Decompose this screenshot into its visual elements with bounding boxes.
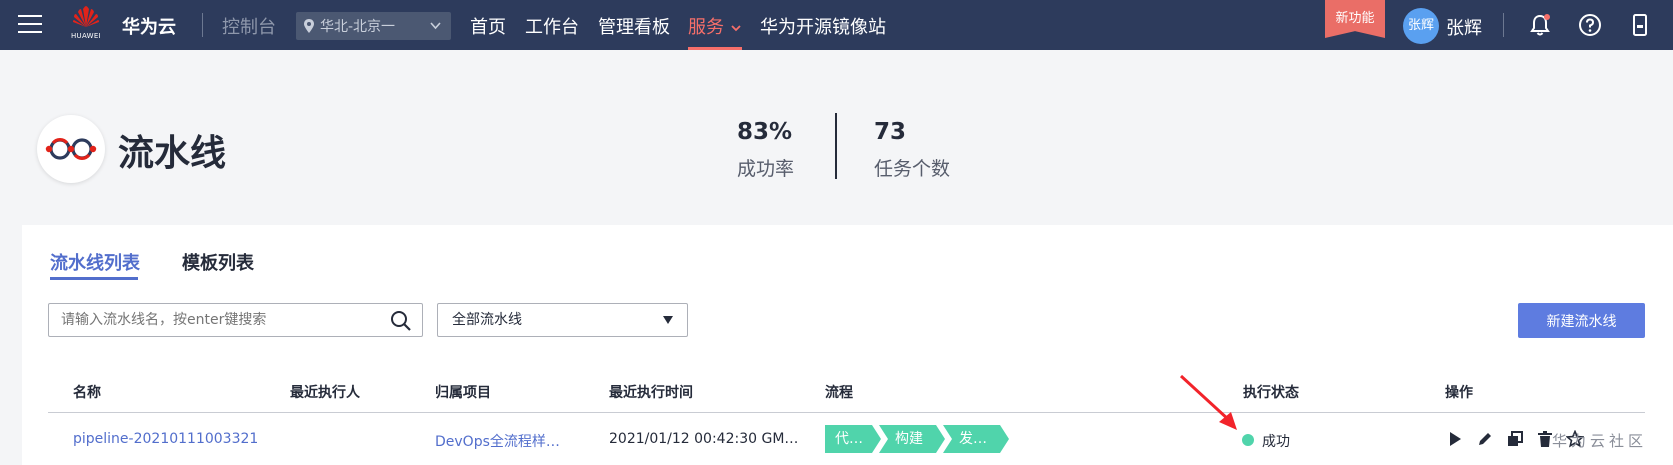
column-header-flow: 流程 [825, 385, 853, 401]
edit-icon[interactable] [1476, 430, 1494, 448]
pipeline-icon [45, 138, 97, 160]
table-header-divider [48, 412, 1645, 413]
status-dot [1242, 434, 1254, 446]
nav-services-label: 服务 [688, 17, 724, 38]
brand-name[interactable]: 华为云 [122, 13, 176, 39]
play-icon[interactable] [1446, 430, 1464, 448]
device-icon[interactable] [1628, 13, 1652, 37]
column-header-name: 名称 [73, 385, 101, 401]
nav-active-indicator [688, 47, 742, 50]
column-header-status[interactable]: 执行状态 [1243, 382, 1299, 402]
username[interactable]: 张辉 [1446, 14, 1482, 40]
flow-stage-build[interactable]: 构建 [879, 425, 945, 453]
console-link[interactable]: 控制台 [222, 13, 276, 39]
nav-workbench[interactable]: 工作台 [525, 13, 579, 39]
top-navbar: HUAWEI 华为云 控制台 华北-北京一 首页 工作台 管理看板 服务 华为开… [0, 0, 1673, 50]
chevron-down-icon [430, 22, 441, 30]
status-badge: 成功 [1262, 434, 1290, 450]
success-rate-value: 83% [737, 119, 793, 145]
pipeline-filter-select[interactable]: 全部流水线 [437, 303, 688, 337]
chevron-down-icon [731, 25, 741, 32]
region-label: 华北-北京一 [320, 19, 396, 35]
search-input[interactable] [48, 303, 423, 337]
success-rate-label: 成功率 [737, 158, 795, 180]
avatar[interactable]: 张辉 [1403, 8, 1439, 44]
divider [1503, 13, 1504, 37]
tab-pipeline-list[interactable]: 流水线列表 [50, 249, 140, 275]
column-header-actions: 操作 [1445, 385, 1473, 401]
bell-icon[interactable] [1528, 13, 1552, 37]
logo-text: HUAWEI [70, 32, 101, 40]
flow-stage-code[interactable]: 代… [825, 425, 881, 453]
nav-mirror-site[interactable]: 华为开源镜像站 [760, 13, 886, 39]
annotation-arrow-icon [1179, 374, 1237, 430]
divider [202, 13, 203, 37]
location-pin-icon [304, 19, 314, 33]
column-header-project: 归属项目 [435, 385, 491, 401]
column-header-time: 最近执行时间 [609, 385, 693, 401]
region-selector[interactable]: 华北-北京一 [296, 12, 451, 40]
menu-icon[interactable] [18, 15, 42, 35]
pipeline-name-link[interactable]: pipeline-20210111003321 [73, 431, 258, 447]
last-run-time: 2021/01/12 00:42:30 GM… [609, 431, 799, 447]
task-count-value: 73 [874, 119, 907, 145]
project-link[interactable]: DevOps全流程样… [435, 431, 560, 451]
search-icon[interactable] [390, 310, 412, 332]
pipeline-logo [37, 115, 105, 183]
stat-divider [835, 113, 837, 179]
watermark: 华为云社区 [1552, 432, 1648, 450]
pipeline-filter-value: 全部流水线 [452, 312, 522, 328]
nav-services[interactable]: 服务 [688, 13, 742, 39]
task-count-label: 任务个数 [874, 158, 951, 180]
huawei-logo[interactable]: HUAWEI [68, 6, 104, 46]
caret-down-icon [663, 316, 673, 324]
huawei-flower-icon [73, 6, 99, 27]
new-feature-badge[interactable]: 新功能 [1325, 0, 1385, 38]
tab-active-indicator [50, 277, 138, 280]
column-header-executor: 最近执行人 [290, 385, 360, 401]
copy-icon[interactable] [1506, 430, 1524, 448]
flow-stage-deploy[interactable]: 发… [943, 425, 1009, 453]
page-title: 流水线 [118, 133, 227, 174]
nav-dashboard[interactable]: 管理看板 [598, 13, 670, 39]
tab-template-list[interactable]: 模板列表 [182, 249, 254, 275]
new-pipeline-button[interactable]: 新建流水线 [1518, 303, 1645, 338]
nav-home[interactable]: 首页 [470, 13, 506, 39]
help-icon[interactable] [1578, 13, 1602, 37]
